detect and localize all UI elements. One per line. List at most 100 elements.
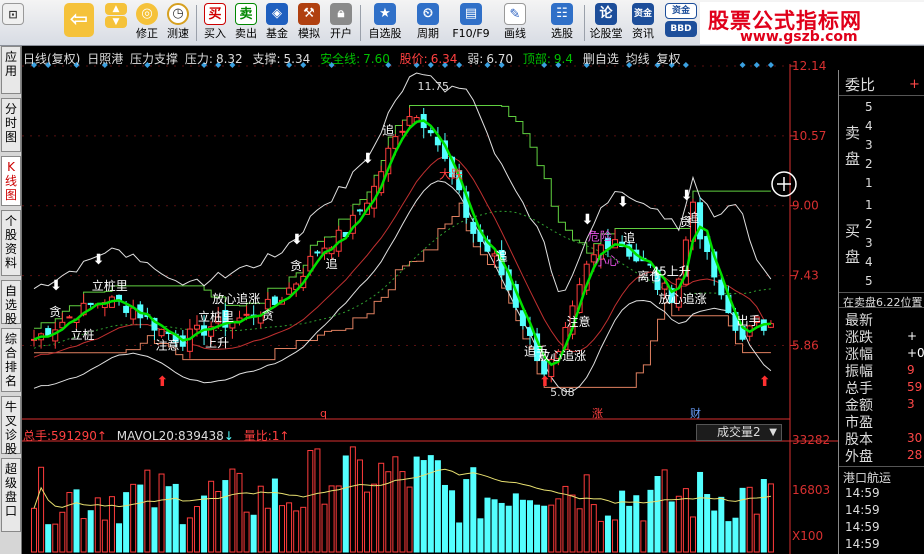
volume-bar: [307, 450, 314, 553]
volume-bar: [300, 506, 307, 553]
volume-bar: [229, 468, 236, 553]
down-arrow-icon: ⬇: [362, 151, 374, 167]
price-value: 6.34: [430, 52, 458, 66]
ma-link[interactable]: 均线: [626, 52, 650, 66]
volume-bar: [725, 521, 732, 553]
fund-button[interactable]: ◈ 基金: [262, 3, 292, 45]
candle: [760, 319, 767, 336]
volume-bar: [619, 490, 626, 553]
volume-bar: [562, 485, 569, 553]
volume-bar: [66, 492, 73, 553]
signal-label: 追: [687, 210, 699, 225]
sell-position-note: 在卖盘6.22位置: [843, 296, 923, 309]
stat-value: 30: [907, 431, 923, 445]
watchlist-button[interactable]: ★ 自选股: [364, 3, 406, 45]
forum-button[interactable]: 论 论股堂: [588, 3, 624, 45]
volume-bar: [286, 502, 293, 553]
event-marker[interactable]: 涨: [592, 407, 603, 420]
sell-side-label: 卖盘: [845, 124, 861, 168]
draw-line-button[interactable]: ✎ 画线: [497, 3, 533, 45]
f10-button[interactable]: ▤ F10/F9: [450, 3, 492, 45]
fix-button[interactable]: ◎ 修正: [132, 3, 162, 45]
sell-level-3: 3: [865, 138, 873, 152]
news-icon: 资金: [632, 3, 654, 25]
kline-chart[interactable]: 11.755.08贪立桩立桩里注意立桩里上升放心追涨贪贪 追追大跌追追手放心追涨注…: [22, 46, 838, 554]
volume-bar: [441, 484, 448, 553]
left-tab-3[interactable]: 个股资料: [1, 210, 21, 276]
volume-bar: [52, 523, 59, 553]
low-label: 5.08: [550, 386, 575, 399]
volume-tick-label: 16803: [792, 483, 830, 497]
left-tab-2[interactable]: K线图: [1, 156, 21, 206]
volume-bar: [123, 492, 130, 553]
order-ratio-value: +: [909, 77, 920, 92]
star-icon: ★: [374, 3, 396, 25]
buy-level-4: 4: [865, 255, 873, 269]
bbd-button[interactable]: 资金 BBD: [664, 3, 698, 45]
volume-bar: [328, 485, 335, 553]
sell-icon: 卖: [235, 3, 257, 25]
news-button[interactable]: 资金 资讯: [628, 3, 658, 45]
upper-band-line: [33, 72, 772, 293]
stat-value: +0: [907, 346, 924, 360]
volume-bar: [59, 511, 66, 553]
sell-button[interactable]: 卖 卖出: [231, 3, 261, 45]
back-button[interactable]: ⇦: [60, 3, 98, 45]
volume-bar: [130, 483, 137, 553]
indicator-name[interactable]: 压力支撑: [130, 52, 178, 66]
signal-label: 追: [496, 249, 508, 264]
left-tab-6[interactable]: 牛叉诊股: [1, 396, 21, 456]
volume-tick-label: 33282: [792, 433, 830, 447]
left-tab-4[interactable]: 自选股: [1, 280, 21, 326]
volume-bar: [555, 498, 562, 553]
app-menu-icon[interactable]: ⊡: [2, 3, 24, 45]
simulate-button[interactable]: ⚒ 模拟: [294, 3, 324, 45]
signal-diamond: [739, 62, 746, 68]
volume-bar: [250, 514, 257, 553]
stock-pick-button[interactable]: ☷ 选股: [544, 3, 580, 45]
volume-bar: [179, 524, 186, 553]
signal-label: 出手: [737, 314, 761, 328]
stock-name: 日照港: [87, 52, 124, 66]
back-arrow-icon: ⇦: [64, 3, 94, 37]
candle: [470, 218, 477, 243]
stat-value: +: [907, 329, 918, 343]
event-marker[interactable]: q: [320, 407, 327, 420]
period-button[interactable]: ⏲ 周期: [410, 3, 446, 45]
volume-bar: [633, 495, 640, 553]
fq-link[interactable]: 复权: [657, 52, 681, 66]
volume-bar: [498, 502, 505, 553]
signal-label: 上升: [205, 336, 229, 350]
volume-bar: [704, 494, 711, 553]
left-tab-bar: 应用分时图 K线图个股资料自选股 综合排名牛叉诊股 超级盘口: [0, 46, 22, 554]
volume-bar: [753, 513, 760, 553]
down-arrow-icon: ⬇: [291, 232, 303, 248]
volume-bar: [45, 524, 52, 553]
left-tab-5[interactable]: 综合排名: [1, 328, 21, 392]
buy-button[interactable]: 买 买入: [200, 3, 230, 45]
up-down-icon[interactable]: ▲ ▼: [101, 3, 131, 45]
signal-label: 立桩里: [198, 309, 234, 324]
period-label[interactable]: 日线(复权): [23, 52, 80, 66]
signal-label: 注意: [156, 337, 180, 352]
volume-bar: [406, 486, 413, 553]
speed-test-button[interactable]: ◷ 测速: [163, 3, 193, 45]
left-tab-0[interactable]: 应用: [1, 46, 21, 94]
chart-title-bar: 日线(复权) 日照港 压力支撑 压力: 8.32 支撑: 5.34 安全线: 7.60…: [23, 52, 681, 66]
volume-bar: [661, 469, 668, 553]
volume-bar: [94, 497, 101, 553]
volume-bar: [208, 480, 215, 553]
event-marker[interactable]: 财: [690, 406, 701, 420]
volume-title-bar: 总手:591290↑ MAVOL20:839438↓ 量比:1↑: [23, 429, 290, 443]
open-account-button[interactable]: 🔒︎ 开户: [326, 3, 356, 45]
left-tab-7[interactable]: 超级盘口: [1, 458, 21, 532]
delete-watchlist-link[interactable]: 删自选: [583, 52, 619, 66]
pick-icon: ☷: [551, 3, 573, 25]
buy-icon: 买: [204, 3, 226, 25]
left-tab-1[interactable]: 分时图: [1, 98, 21, 152]
volume-indicator-select[interactable]: 成交量2 ▼: [696, 424, 782, 441]
down-arrow-icon: ⬇: [617, 195, 629, 211]
signal-label: 立桩里: [92, 278, 128, 293]
candle: [66, 315, 73, 319]
candle: [286, 282, 293, 295]
